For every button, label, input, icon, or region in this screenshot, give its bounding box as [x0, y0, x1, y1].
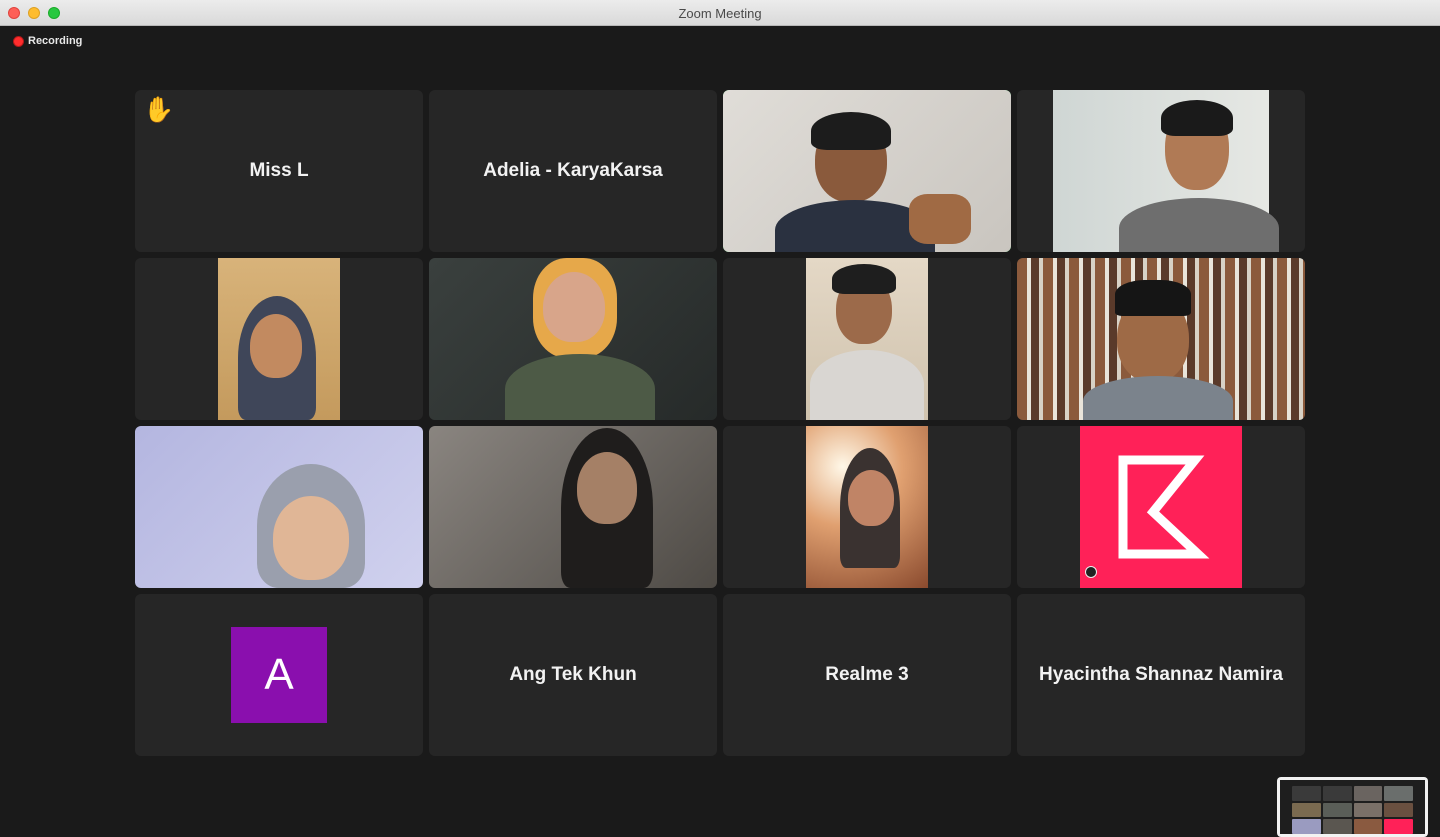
- thumbnail-cell: [1292, 819, 1321, 834]
- thumbnail-cell: [1322, 819, 1352, 834]
- participant-video: [429, 426, 717, 588]
- participant-video: [135, 426, 423, 588]
- meeting-thumbnail-preview[interactable]: [1277, 777, 1428, 837]
- participant-name: Adelia - KaryaKarsa: [483, 160, 663, 181]
- thumbnail-cell: [1322, 786, 1352, 801]
- participant-tile[interactable]: [723, 426, 1011, 588]
- participant-video: [806, 426, 928, 588]
- participant-tile[interactable]: Adelia - KaryaKarsa: [429, 90, 717, 252]
- participant-video: [218, 258, 340, 420]
- title-bar: Zoom Meeting: [0, 0, 1440, 26]
- thumbnail-cell: [1353, 802, 1383, 818]
- participant-name: Ang Tek Khun: [509, 664, 637, 685]
- thumbnail-cell: [1384, 786, 1413, 801]
- thumbnail-cell: [1322, 802, 1352, 818]
- participant-name: Realme 3: [825, 664, 909, 685]
- pin-icon: [1085, 566, 1097, 578]
- participant-name: Hyacintha Shannaz Namira: [1039, 664, 1283, 685]
- participant-tile[interactable]: [135, 426, 423, 588]
- recording-indicator[interactable]: Recording: [13, 35, 82, 47]
- participant-tile[interactable]: [135, 258, 423, 420]
- recording-label: Recording: [28, 35, 83, 47]
- window-title: Zoom Meeting: [678, 6, 762, 21]
- participant-video: [1053, 90, 1279, 252]
- participant-tile[interactable]: A: [135, 594, 423, 756]
- participant-tile-active-speaker[interactable]: [723, 90, 1011, 252]
- k-logo-icon: [1118, 455, 1210, 559]
- thumbnail-cell: [1384, 819, 1413, 834]
- participant-tile[interactable]: [429, 258, 717, 420]
- thumbnail-cell: [1353, 819, 1383, 834]
- participant-tile[interactable]: [1017, 426, 1305, 588]
- participant-name: Miss L: [249, 160, 309, 181]
- thumbnail-cell: [1292, 786, 1321, 801]
- thumbnail-cell: [1292, 802, 1321, 818]
- participant-video: [429, 258, 717, 420]
- participant-tile[interactable]: [723, 258, 1011, 420]
- participant-tile[interactable]: [429, 426, 717, 588]
- thumbnail-grid: [1280, 780, 1425, 834]
- participant-tile[interactable]: [1017, 90, 1305, 252]
- raised-hand-icon: ✋: [143, 96, 175, 124]
- participant-tile[interactable]: Ang Tek Khun: [429, 594, 717, 756]
- recording-dot-icon: [13, 35, 24, 47]
- zoom-window: Zoom Meeting Recording ✋ Miss L Adelia -…: [0, 0, 1440, 837]
- participant-tile[interactable]: Hyacintha Shannaz Namira: [1017, 594, 1305, 756]
- participant-video: [723, 90, 1011, 252]
- participant-tile[interactable]: Realme 3: [723, 594, 1011, 756]
- gallery-grid: ✋ Miss L Adelia - KaryaKarsa A Ang Tek K…: [135, 90, 1305, 756]
- avatar: A: [231, 627, 327, 723]
- participant-video: [806, 258, 928, 420]
- participant-tile[interactable]: ✋ Miss L: [135, 90, 423, 252]
- thumbnail-cell: [1353, 786, 1383, 801]
- thumbnail-cell: [1384, 802, 1413, 818]
- karyakarsa-k-logo: [1080, 426, 1242, 588]
- participant-video: [1017, 258, 1305, 420]
- participant-tile[interactable]: [1017, 258, 1305, 420]
